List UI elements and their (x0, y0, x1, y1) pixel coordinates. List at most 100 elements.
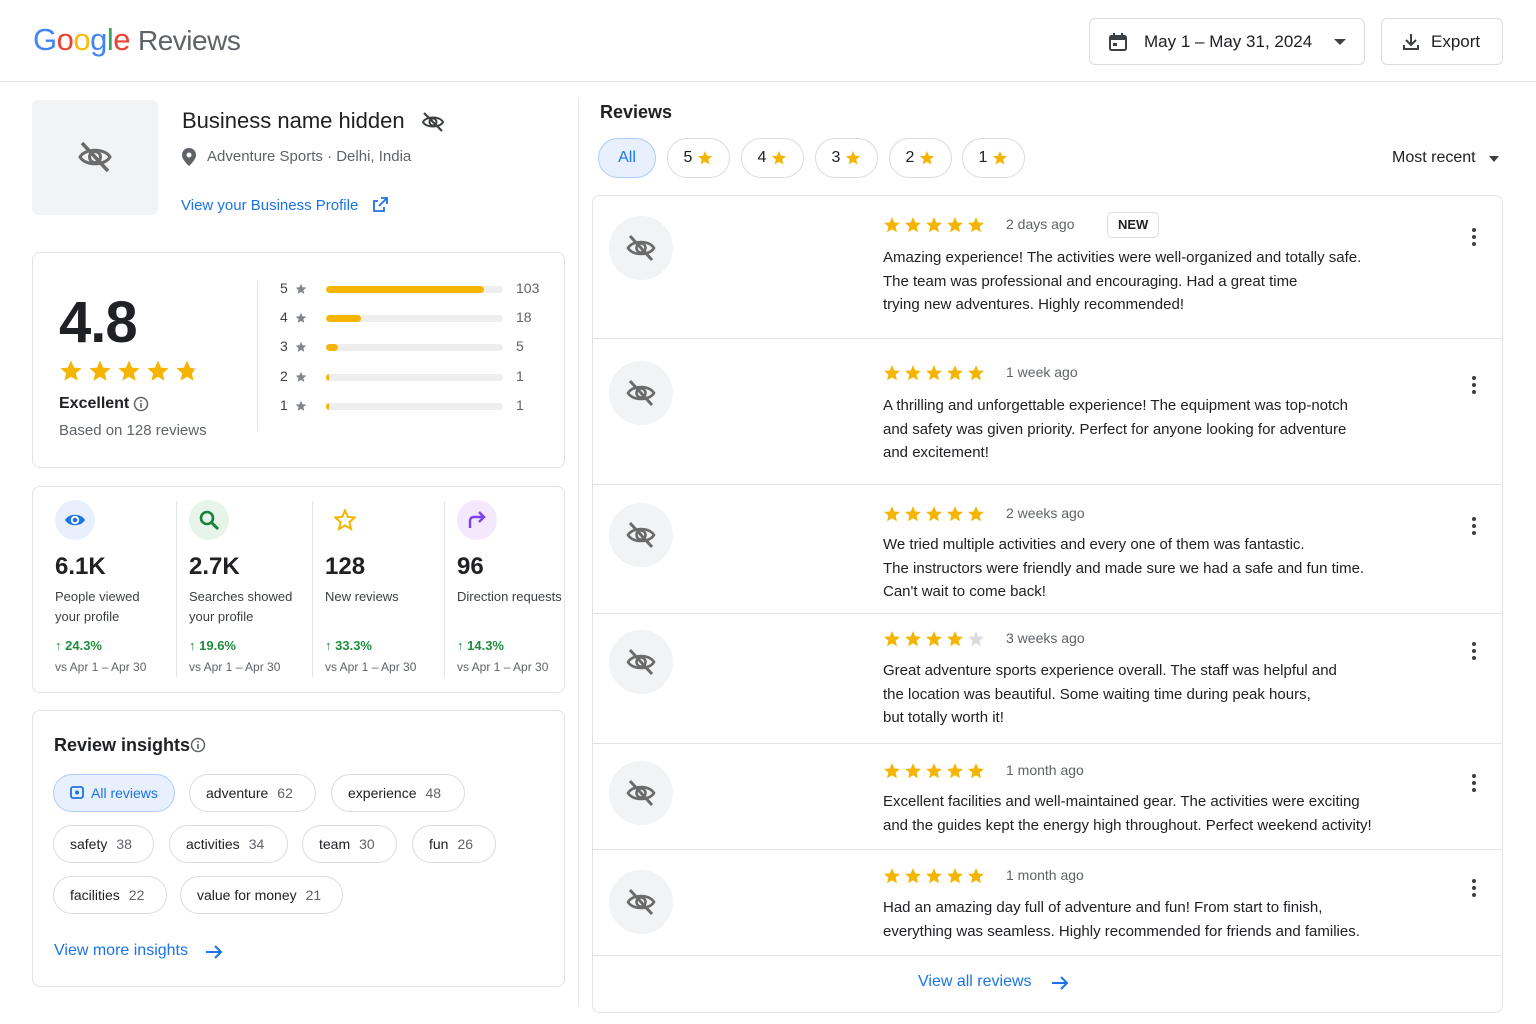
reviewer-avatar (609, 870, 673, 934)
review-insights-card: Review insights All reviews adventure 62 ex… (32, 710, 565, 987)
review-text: Had an amazing day full of adventure and… (883, 896, 1403, 943)
review-icon (70, 786, 84, 799)
star-icon (968, 365, 984, 381)
sort-dropdown[interactable]: Most recent (1392, 149, 1476, 167)
reviewer-avatar (609, 216, 673, 280)
review-time: 1 month ago (1006, 762, 1084, 778)
arrow-up-icon: ↑ (325, 638, 336, 653)
filter-chip-2-star[interactable]: 2 (889, 138, 952, 178)
review-text-line: but totally worth it! (883, 709, 1004, 726)
logo-google: Google (33, 22, 131, 57)
insight-chip[interactable]: adventure 62 (189, 774, 316, 812)
rating-distribution-row: 11 (280, 396, 550, 416)
stat-comparison: vs Apr 1 – Apr 30 (55, 660, 147, 674)
chevron-down-icon[interactable] (1489, 156, 1499, 162)
star-icon (884, 868, 900, 884)
eye-off-icon (626, 779, 656, 807)
column-divider (578, 98, 579, 1006)
business-profile-link[interactable]: View your Business Profile (181, 197, 358, 214)
stat-comparison: vs Apr 1 – Apr 30 (189, 660, 281, 674)
star-level-label: 2 (280, 367, 288, 384)
google-reviews-logo[interactable]: Google Reviews (33, 22, 241, 58)
star-icon (905, 506, 921, 522)
star-icon (905, 763, 921, 779)
filter-label: 4 (757, 149, 767, 166)
chip-label: facilities (70, 887, 120, 903)
star-icon (926, 868, 942, 884)
reviewer-avatar (609, 630, 673, 694)
rating-bar-track (326, 286, 503, 293)
star-icon (968, 506, 984, 522)
more-options-icon[interactable] (1471, 228, 1477, 249)
star-icon (905, 868, 921, 884)
review-text: Amazing experience! The activities were … (883, 246, 1403, 317)
average-rating-stars (59, 359, 199, 383)
export-button[interactable]: Export (1381, 18, 1503, 65)
hidden-eye-icon (421, 112, 445, 132)
external-link-icon[interactable] (372, 197, 388, 213)
insight-chip[interactable]: facilities 22 (53, 876, 167, 914)
review-text-line: Can't wait to come back! (883, 583, 1046, 600)
review-stars (883, 505, 985, 523)
star-icon (968, 631, 984, 647)
star-level-label: 4 (280, 309, 288, 326)
insight-chip[interactable]: activities 34 (169, 825, 288, 863)
filter-chip-1-star[interactable]: 1 (962, 138, 1025, 178)
star-icon (926, 631, 942, 647)
review-text: Great adventure sports experience overal… (883, 659, 1403, 730)
stat-change: ↑ 14.3% (457, 638, 504, 653)
rating-bar-fill (326, 344, 339, 352)
insight-chip[interactable]: team 30 (302, 825, 397, 863)
arrow-right-icon[interactable] (205, 944, 223, 960)
review-item: 1 month ago Excellent facilities and wel… (593, 744, 1502, 850)
review-time: 2 weeks ago (1006, 505, 1085, 521)
chip-label: adventure (206, 785, 269, 801)
more-options-icon[interactable] (1471, 642, 1477, 663)
divider (444, 501, 445, 677)
more-options-icon[interactable] (1471, 517, 1477, 538)
insight-chip[interactable]: fun 26 (412, 825, 496, 863)
review-time: 3 weeks ago (1006, 630, 1085, 646)
insight-chip[interactable]: safety 38 (53, 825, 154, 863)
rating-bar-fill (326, 315, 362, 323)
eye-off-icon (626, 888, 656, 916)
eye-off-icon (626, 521, 656, 549)
insight-chip-all-reviews[interactable]: All reviews (53, 774, 175, 812)
star-icon (968, 217, 984, 233)
rating-bar-track (326, 315, 503, 323)
more-options-icon[interactable] (1471, 774, 1477, 795)
stat-value: 2.7K (189, 553, 240, 580)
divider (176, 501, 177, 677)
review-count-label: Based on 128 reviews (59, 422, 207, 439)
arrow-right-icon[interactable] (1051, 975, 1069, 991)
more-options-icon[interactable] (1471, 879, 1477, 900)
arrow-up-icon: ↑ (457, 638, 468, 653)
date-range-picker[interactable]: May 1 – May 31, 2024 (1089, 18, 1365, 65)
insight-chip[interactable]: value for money 21 (180, 876, 343, 914)
chip-label: fun (429, 836, 449, 852)
download-icon (1403, 34, 1419, 50)
info-icon[interactable] (133, 396, 149, 412)
filter-label: All (618, 149, 636, 166)
insight-chip[interactable]: experience 48 (331, 774, 465, 812)
review-text-line: and excitement! (883, 444, 989, 461)
location-pin-icon (182, 148, 196, 166)
more-options-icon[interactable] (1471, 376, 1477, 397)
view-more-insights-link[interactable]: View more insights (54, 942, 188, 960)
stat-change: ↑ 24.3% (55, 638, 102, 653)
filter-chip-3-star[interactable]: 3 (815, 138, 878, 178)
filter-chip-all[interactable]: All (598, 138, 656, 178)
chip-label: team (319, 836, 351, 852)
filter-chip-4-star[interactable]: 4 (741, 138, 804, 178)
star-icon (884, 506, 900, 522)
eye-icon (55, 500, 95, 540)
view-all-reviews-link[interactable]: View all reviews (918, 973, 1032, 991)
star-icon (772, 151, 787, 165)
arrow-up-icon: ↑ (189, 638, 200, 653)
info-icon[interactable] (190, 737, 206, 753)
star-icon (698, 151, 713, 165)
review-item: 2 weeks ago We tried multiple activities… (593, 485, 1502, 614)
filter-chip-5-star[interactable]: 5 (667, 138, 730, 178)
star-outline-icon (325, 500, 365, 540)
review-time: 1 week ago (1006, 364, 1078, 380)
